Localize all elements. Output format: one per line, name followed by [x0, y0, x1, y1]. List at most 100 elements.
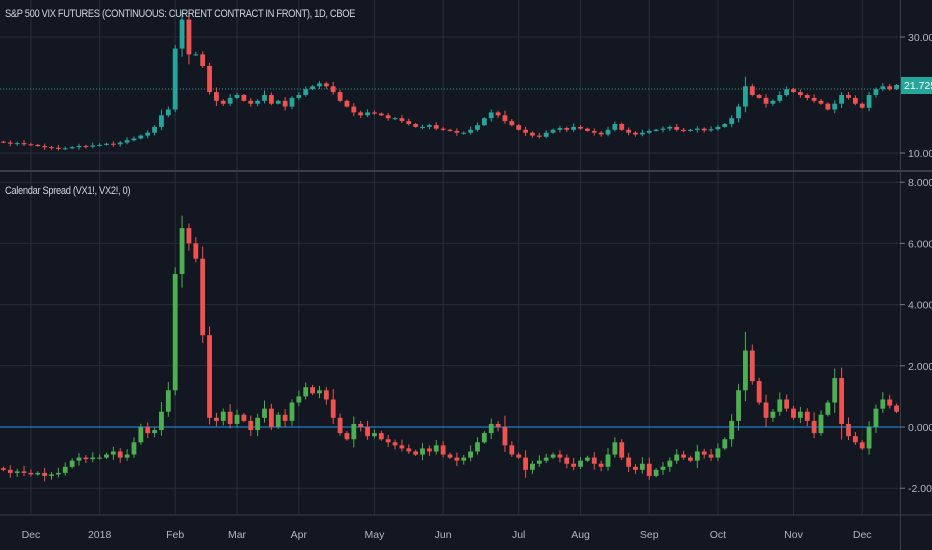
candle-body[interactable]	[626, 457, 632, 467]
candle-body[interactable]	[62, 148, 68, 150]
candle-body[interactable]	[83, 146, 89, 148]
candle-body[interactable]	[722, 124, 728, 127]
candle-body[interactable]	[165, 109, 171, 116]
candle-body[interactable]	[399, 118, 405, 122]
candle-body[interactable]	[585, 128, 590, 131]
candle-body[interactable]	[887, 86, 893, 90]
candle-body[interactable]	[303, 89, 309, 95]
candle-body[interactable]	[241, 414, 247, 421]
candle-body[interactable]	[770, 100, 776, 104]
candle-body[interactable]	[351, 106, 357, 113]
candle-body[interactable]	[426, 125, 432, 127]
candle-body[interactable]	[550, 454, 556, 458]
candle-body[interactable]	[289, 97, 295, 107]
candle-body[interactable]	[49, 474, 54, 476]
candle-body[interactable]	[138, 427, 144, 443]
candle-body[interactable]	[317, 83, 322, 87]
candle-body[interactable]	[791, 408, 796, 418]
candle-body[interactable]	[846, 423, 851, 437]
candle-body[interactable]	[715, 448, 721, 458]
candle-body[interactable]	[825, 103, 831, 110]
candle-body[interactable]	[7, 142, 13, 144]
candle-body[interactable]	[358, 112, 364, 116]
candle-body[interactable]	[488, 423, 494, 434]
time-axis-label[interactable]: Oct	[710, 529, 726, 541]
candle-body[interactable]	[440, 128, 446, 130]
candle-body[interactable]	[756, 381, 762, 403]
candle-body[interactable]	[461, 132, 467, 134]
candle-body[interactable]	[777, 95, 783, 101]
candle-body[interactable]	[207, 335, 212, 418]
axes[interactable]: Dec 2018 Feb Mar Apr May Jun Jul Aug Sep Oct Nov Dec…	[22, 32, 932, 541]
candle-body[interactable]	[495, 423, 501, 427]
time-axis-label[interactable]: Dec	[853, 529, 872, 541]
candle-body[interactable]	[440, 445, 446, 455]
candle-body[interactable]	[502, 115, 508, 122]
candle-body[interactable]	[179, 228, 185, 274]
candle-body[interactable]	[708, 454, 714, 458]
vix-price-pane[interactable]	[0, 12, 900, 151]
candle-body[interactable]	[743, 350, 748, 391]
candle-body[interactable]	[571, 463, 577, 467]
candle-body[interactable]	[104, 454, 109, 458]
candle-body[interactable]	[557, 454, 563, 458]
candle-body[interactable]	[612, 124, 618, 130]
candle-body[interactable]	[646, 463, 652, 476]
candle-body[interactable]	[275, 100, 281, 104]
candle-body[interactable]	[839, 378, 845, 424]
candle-body[interactable]	[131, 442, 137, 455]
candle-body[interactable]	[275, 414, 281, 427]
candle-body[interactable]	[832, 103, 838, 110]
candle-body[interactable]	[14, 471, 20, 473]
candle-body[interactable]	[1, 468, 6, 470]
candle-body[interactable]	[681, 129, 686, 131]
candle-body[interactable]	[639, 132, 645, 135]
candle-body[interactable]	[839, 95, 845, 104]
candle-body[interactable]	[866, 95, 872, 108]
candle-body[interactable]	[21, 143, 27, 145]
candle-body[interactable]	[234, 95, 240, 98]
candle-body[interactable]	[447, 129, 453, 131]
candle-body[interactable]	[591, 130, 597, 133]
candle-body[interactable]	[413, 124, 419, 127]
time-axis-label[interactable]: Mar	[228, 529, 247, 541]
candle-body[interactable]	[605, 129, 611, 135]
candle-body[interactable]	[117, 451, 123, 458]
candle-body[interactable]	[186, 19, 192, 55]
candle-body[interactable]	[14, 143, 20, 145]
candle-body[interactable]	[454, 457, 460, 461]
candle-body[interactable]	[523, 129, 528, 133]
candle-body[interactable]	[818, 414, 824, 434]
candle-body[interactable]	[372, 433, 377, 437]
candle-body[interactable]	[248, 420, 254, 431]
candle-body[interactable]	[55, 147, 61, 149]
candle-body[interactable]	[138, 135, 144, 139]
candle-body[interactable]	[83, 457, 89, 460]
candle-body[interactable]	[69, 147, 75, 149]
time-axis-label[interactable]: May	[365, 529, 386, 541]
candle-body[interactable]	[708, 129, 714, 131]
candle-body[interactable]	[227, 411, 233, 424]
time-axis-label[interactable]: 2018	[88, 529, 112, 541]
candle-body[interactable]	[385, 439, 391, 443]
candle-body[interactable]	[626, 129, 632, 133]
candle-body[interactable]	[365, 112, 370, 116]
candle-body[interactable]	[516, 125, 522, 130]
candle-body[interactable]	[612, 442, 618, 455]
candle-body[interactable]	[447, 454, 453, 458]
candle-body[interactable]	[495, 112, 501, 116]
candle-body[interactable]	[543, 457, 549, 461]
candle-body[interactable]	[159, 115, 164, 127]
candle-body[interactable]	[220, 100, 226, 104]
candle-body[interactable]	[646, 130, 652, 133]
candle-body[interactable]	[578, 126, 583, 129]
candle-body[interactable]	[433, 445, 439, 452]
candle-body[interactable]	[784, 89, 790, 95]
candle-body[interactable]	[543, 132, 549, 137]
candle-body[interactable]	[818, 100, 824, 104]
candle-body[interactable]	[76, 457, 82, 461]
time-axis-label[interactable]: Nov	[784, 529, 803, 541]
candle-body[interactable]	[481, 118, 487, 126]
candle-body[interactable]	[729, 118, 735, 124]
candle-body[interactable]	[846, 95, 851, 98]
